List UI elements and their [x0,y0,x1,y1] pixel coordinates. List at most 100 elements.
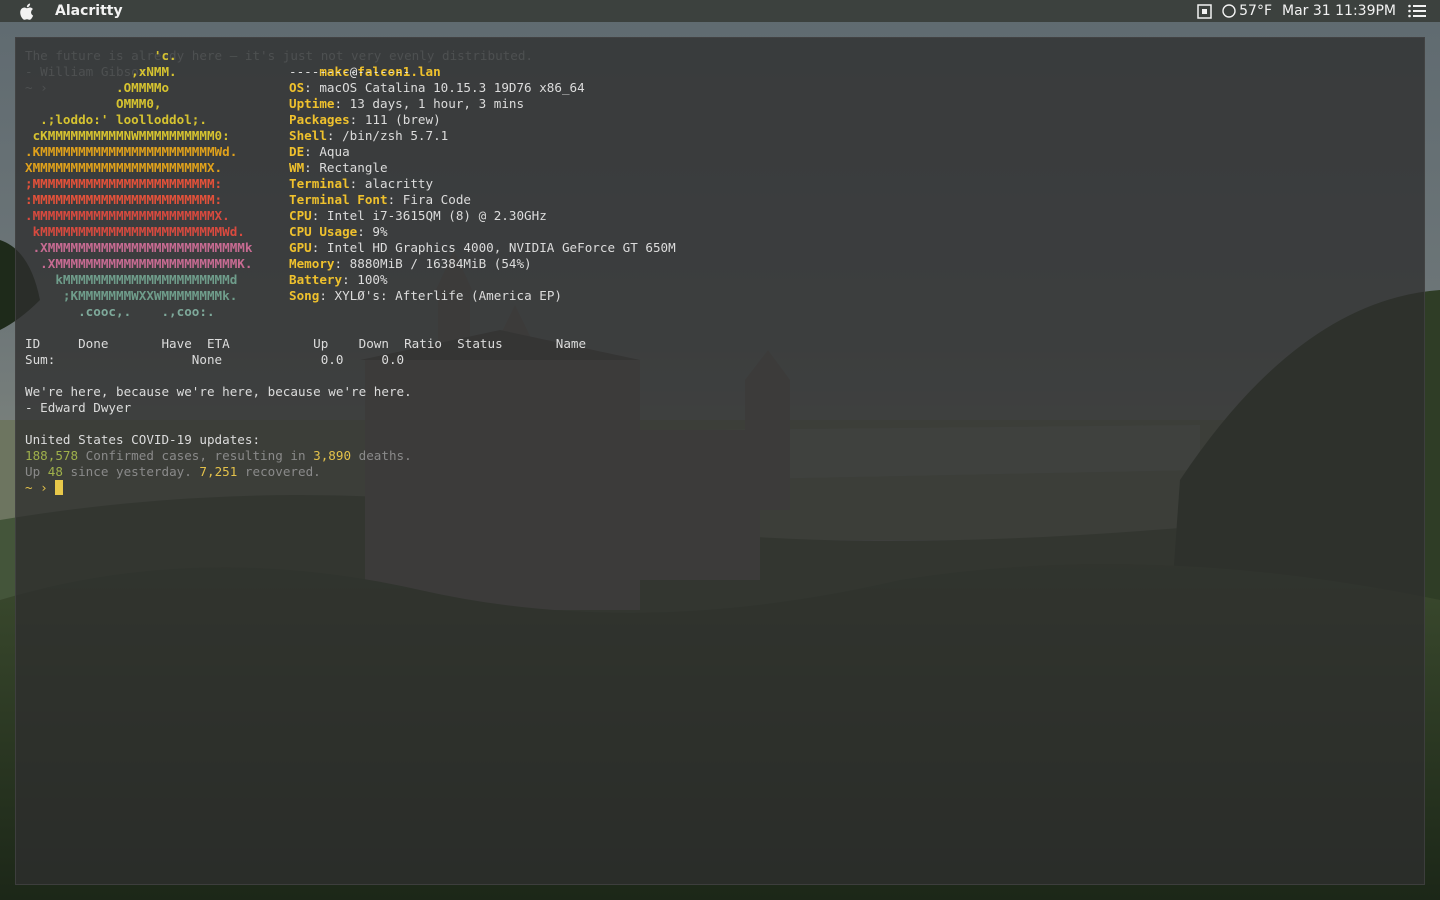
logo-line: ;KMMMMMMMWXXWMMMMMMMMk. [25,288,238,303]
info-value: XYLØ's: Afterlife (America EP) [334,288,562,303]
covid-text: Confirmed cases, resulting in [78,448,314,463]
info-row: Battery: 100% [289,272,388,288]
info-value: Intel i7-3615QM (8) @ 2.30GHz [326,208,547,223]
info-colon: : [349,112,365,127]
info-colon: : [304,160,320,175]
info-key: WM [289,160,305,175]
info-key: Terminal [289,176,350,191]
weather-widget[interactable]: 57°F [1222,3,1272,19]
covid-title: United States COVID-19 updates: [25,432,261,447]
moon-icon [1222,4,1236,18]
increase-count: 48 [47,464,63,479]
logo-line: .OMMMMo [25,80,170,95]
torrent-table-sum: Sum: None 0.0 0.0 [25,352,405,367]
logo-line: .KMMMMMMMMMMMMMMMMMMMMMMMWd. [25,144,238,159]
info-key: GPU [289,240,312,255]
info-colon: : [326,128,343,143]
logo-line: 'c. [25,48,177,63]
covid-text: Up [25,464,48,479]
quote-author: - Edward Dwyer [25,400,132,415]
info-colon: : [334,96,350,111]
info-row: Shell: /bin/zsh 5.7.1 [289,128,448,144]
logo-line: ;MMMMMMMMMMMMMMMMMMMMMMMM: [25,176,223,191]
info-colon: : [342,272,358,287]
info-colon: : [349,176,365,191]
active-app-name[interactable]: Alacritty [55,3,123,19]
info-key: Shell [289,128,327,143]
info-key: CPU Usage [289,224,358,239]
info-value: macOS Catalina 10.15.3 19D76 x86_64 [319,80,585,95]
info-colon: : [387,192,403,207]
covid-text: since yesterday. [62,464,200,479]
logo-line: XMMMMMMMMMMMMMMMMMMMMMMMX. [25,160,223,175]
info-row: Memory: 8880MiB / 16384MiB (54%) [289,256,532,272]
info-colon: : [304,80,320,95]
info-value: Fira Code [402,192,471,207]
info-key: Uptime [289,96,335,111]
covid-text: recovered. [237,464,321,479]
info-row: Terminal Font: Fira Code [289,192,471,208]
user-host-line: makc@falcon1.lan [289,48,440,79]
info-row: Uptime: 13 days, 1 hour, 3 mins [289,96,524,112]
deaths-count: 3,890 [313,448,352,463]
info-colon: : [311,208,327,223]
logo-line: ,xNMM. [25,64,177,79]
info-row: GPU: Intel HD Graphics 4000, NVIDIA GeFo… [289,240,676,256]
apple-menu-icon[interactable] [19,3,36,20]
confirmed-count: 188,578 [25,448,79,463]
info-key: Terminal Font [289,192,388,207]
info-row: Song: XYLØ's: Afterlife (America EP) [289,288,562,304]
menubar-clock[interactable]: Mar 31 11:39PM [1282,3,1396,19]
info-colon: : [334,256,350,271]
info-separator: ---------------- [289,64,411,79]
info-value: Rectangle [319,160,388,175]
info-value: alacritty [364,176,434,191]
info-row: OS: macOS Catalina 10.15.3 19D76 x86_64 [289,80,585,96]
info-key: OS [289,80,305,95]
info-value: 111 (brew) [364,112,441,127]
window-manager-icon[interactable] [1197,3,1212,19]
recovered-count: 7,251 [199,464,238,479]
logo-line: .XMMMMMMMMMMMMMMMMMMMMMMMMMMk [25,240,253,255]
covid-text: deaths. [351,448,412,463]
torrent-table-header: ID Done Have ETA Up Down Ratio Status Na… [25,336,587,351]
info-key: Song [289,288,320,303]
notification-center-icon[interactable] [1408,4,1426,18]
info-key: CPU [289,208,312,223]
logo-line: .MMMMMMMMMMMMMMMMMMMMMMMMX. [25,208,230,223]
covid-change-line: Up 48 since yesterday. 7,251 recovered. [25,464,321,480]
info-row: Packages: 111 (brew) [289,112,441,128]
info-value: 8880MiB / 16384MiB (54%) [349,256,532,271]
logo-line: OMMM0, [25,96,162,111]
info-value: 100% [357,272,388,287]
logo-line: .XMMMMMMMMMMMMMMMMMMMMMMMMK. [25,256,253,271]
text-cursor[interactable] [55,480,64,495]
info-value: Intel HD Graphics 4000, NVIDIA GeForce G… [326,240,676,255]
menu-bar: Alacritty 57°F Mar 31 11:39PM [0,0,1440,22]
quote-text: We're here, because we're here, because … [25,384,412,399]
info-key: Packages [289,112,350,127]
logo-line: :MMMMMMMMMMMMMMMMMMMMMMMM: [25,192,223,207]
info-row: Terminal: alacritty [289,176,433,192]
logo-line: kMMMMMMMMMMMMMMMMMMMMMMMMWd. [25,224,245,239]
info-row: WM: Rectangle [289,160,388,176]
info-key: DE [289,144,305,159]
info-value: 9% [372,224,388,239]
info-colon: : [304,144,320,159]
logo-line: kMMMMMMMMMMMMMMMMMMMMMMd [25,272,238,287]
info-row: CPU Usage: 9% [289,224,388,240]
info-row: DE: Aqua [289,144,350,160]
info-value: Aqua [319,144,350,159]
info-row: CPU: Intel i7-3615QM (8) @ 2.30GHz [289,208,547,224]
info-value: 13 days, 1 hour, 3 mins [349,96,525,111]
info-value: /bin/zsh 5.7.1 [342,128,449,143]
covid-cases-line: 188,578 Confirmed cases, resulting in 3,… [25,448,412,464]
logo-line: .;loddo:' loolloddol;. [25,112,207,127]
logo-line: .cooc,. .,coo:. [25,304,215,319]
shell-prompt[interactable]: ~ › [25,480,64,496]
info-colon: : [357,224,373,239]
temperature-label: 57°F [1239,3,1272,19]
info-colon: : [311,240,327,255]
info-key: Memory [289,256,335,271]
terminal-window[interactable]: The future is already here — it's just n… [15,37,1425,885]
